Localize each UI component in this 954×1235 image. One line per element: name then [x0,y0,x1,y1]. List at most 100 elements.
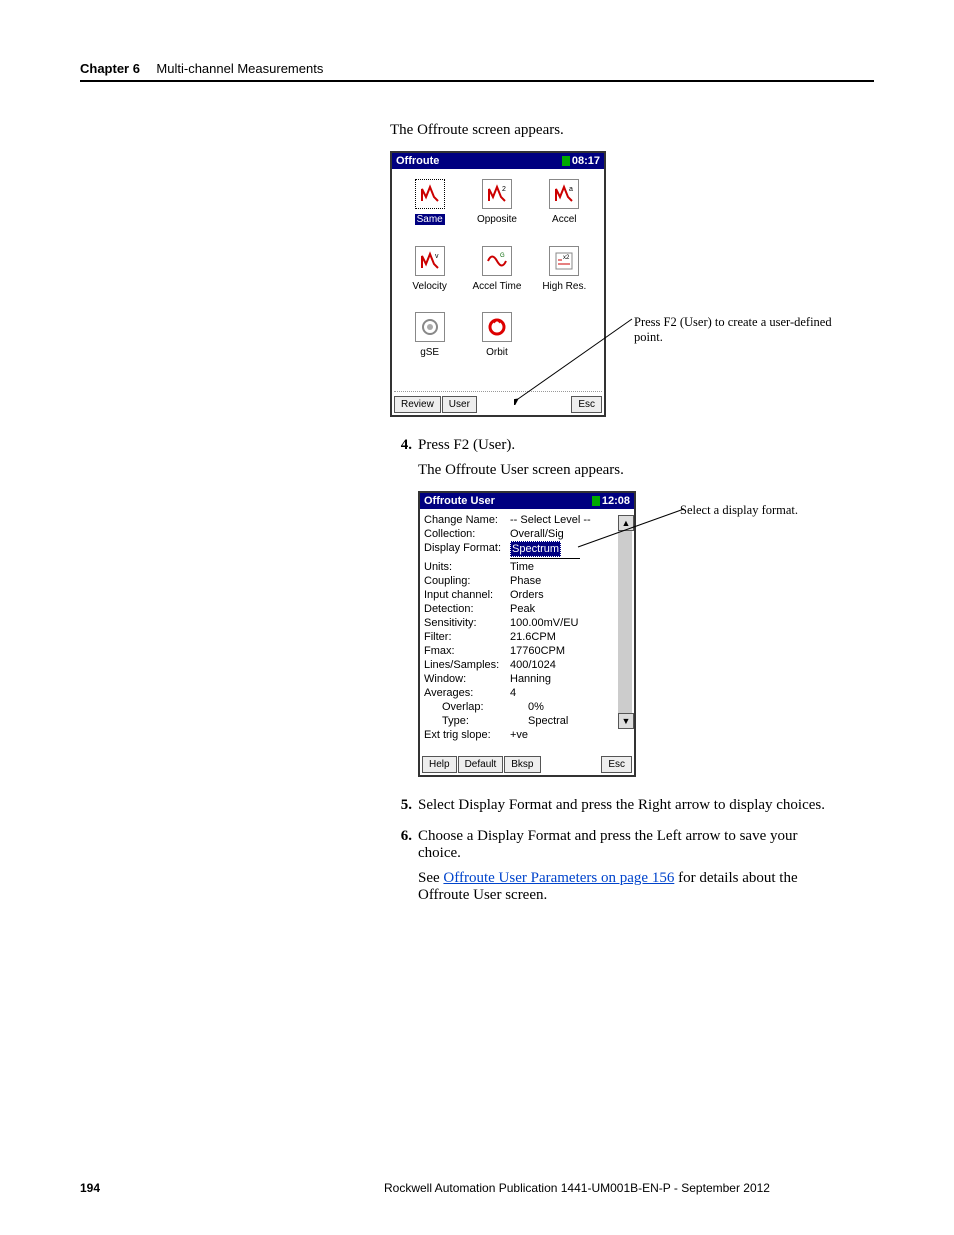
svg-text:a: a [569,186,573,193]
sinewave-icon: G [486,250,508,272]
icon-accel[interactable]: a Accel [531,179,598,232]
separator [394,391,602,392]
icon-opposite[interactable]: 2 Opposite [463,179,530,232]
esc-button-2[interactable]: Esc [601,756,632,773]
page-footer: 194 Rockwell Automation Publication 1441… [80,1181,874,1195]
param-type-val[interactable]: Spectral [528,714,632,728]
icon-gse[interactable]: gSE [396,312,463,365]
orbit-icon [486,316,508,338]
param-dropdown-orders[interactable]: Orders [510,588,580,602]
svg-text:2: 2 [502,186,506,193]
review-button[interactable]: Review [394,396,441,413]
param-detection-label: Detection: [424,602,510,616]
icon-highres[interactable]: x2 High Res. [531,246,598,299]
waveform-opposite-icon: 2 [486,183,508,205]
offroute-user-params-link[interactable]: Offroute User Parameters on page 156 [443,870,674,886]
scroll-up-button[interactable]: ▲ [618,515,634,531]
offroute-time: 08:17 [572,155,600,167]
icon-orbit-label: Orbit [486,347,508,358]
param-collection-val[interactable]: Overall/Sig [510,527,632,541]
param-overlap-label: Overlap: [424,700,528,714]
icon-orbit[interactable]: Orbit [463,312,530,365]
param-sensitivity-val[interactable]: 100.00mV/EU [510,616,632,630]
param-overlap-val[interactable]: 0% [528,700,632,714]
offroute-user-title: Offroute User [424,495,495,507]
page-number: 194 [80,1181,280,1195]
waveform-accel-icon: a [553,183,575,205]
gear-icon [419,316,441,338]
step-4-text: Press F2 (User). [418,437,834,454]
step-5-text: Select Display Format and press the Righ… [418,797,834,814]
param-type-label: Type: [424,714,528,728]
icon-velocity-label: Velocity [412,281,446,292]
param-filter-label: Filter: [424,630,510,644]
callout-2: Select a display format. [680,503,798,518]
chapter-title: Multi-channel Measurements [156,61,323,76]
param-averages-val[interactable]: 4 [510,686,632,700]
help-button[interactable]: Help [422,756,457,773]
callout-1: Press F2 (User) to create a user-defined… [634,315,834,345]
param-displayformat-label: Display Format: [424,541,510,557]
offroute-user-titlebar: Offroute User 12:08 [420,493,634,509]
param-fmax-val[interactable]: 17760CPM [510,644,632,658]
offroute-titlebar: Offroute 08:17 [392,153,604,169]
offroute-title: Offroute [396,155,439,167]
offroute-screen: Offroute 08:17 Same 2 Opposite [390,151,606,417]
bksp-button[interactable]: Bksp [504,756,540,773]
icon-same-label: Same [415,214,445,225]
icon-same[interactable]: Same [396,179,463,232]
param-units-label: Units: [424,560,510,574]
page-header: Chapter 6 Multi-channel Measurements [80,60,874,82]
param-linessamples-label: Lines/Samples: [424,658,510,672]
param-displayformat-val[interactable]: Spectrum [510,541,561,557]
intro-text-2: The Offroute User screen appears. [418,462,834,479]
highres-icon: x2 [553,250,575,272]
intro-text-1: The Offroute screen appears. [390,122,834,139]
param-exttrigslope-val[interactable]: +ve [510,728,632,742]
param-averages-label: Averages: [424,686,510,700]
param-filter-val[interactable]: 21.6CPM [510,630,632,644]
publication-info: Rockwell Automation Publication 1441-UM0… [280,1181,874,1195]
icon-gse-label: gSE [420,347,439,358]
waveform-icon [419,183,441,205]
svg-text:G: G [500,253,505,259]
icon-highres-label: High Res. [542,281,586,292]
step-6-num: 6. [390,828,412,904]
param-window-label: Window: [424,672,510,686]
param-sensitivity-label: Sensitivity: [424,616,510,630]
step-5-num: 5. [390,797,412,814]
param-coupling-label: Coupling: [424,574,510,588]
scroll-track[interactable] [618,531,632,713]
param-collection-label: Collection: [424,527,510,541]
chapter-label: Chapter 6 [80,61,140,76]
param-detection-val[interactable]: Peak [510,602,632,616]
param-linessamples-val[interactable]: 400/1024 [510,658,632,672]
scroll-down-button[interactable]: ▼ [618,713,634,729]
icon-velocity[interactable]: v Velocity [396,246,463,299]
esc-button[interactable]: Esc [571,396,602,413]
battery-icon [592,496,600,506]
param-dropdown-phase[interactable]: Phase [510,574,580,588]
param-exttrigslope-label: Ext trig slope: [424,728,510,742]
param-changename-val[interactable]: -- Select Level -- [510,513,632,527]
icon-accel-label: Accel [552,214,576,225]
icon-acceltime-label: Accel Time [473,281,522,292]
param-dropdown-time[interactable]: Time [510,560,580,574]
default-button[interactable]: Default [458,756,504,773]
svg-text:x2: x2 [563,255,570,261]
icon-acceltime[interactable]: G Accel Time [463,246,530,299]
param-changename-label: Change Name: [424,513,510,527]
step-6-see: See [418,870,443,886]
step-6-text-pre: Choose a Display Format and press the Le… [418,828,798,861]
icon-opposite-label: Opposite [477,214,517,225]
offroute-user-screen: Offroute User 12:08 Change Name:-- Selec… [418,491,636,777]
svg-text:v: v [435,253,439,260]
battery-icon [562,156,570,166]
user-button[interactable]: User [442,396,477,413]
param-inputchannel-label: Input channel: [424,588,510,602]
param-window-val[interactable]: Hanning [510,672,632,686]
waveform-velocity-icon: v [419,250,441,272]
offroute-user-time: 12:08 [602,495,630,507]
param-fmax-label: Fmax: [424,644,510,658]
step-4-num: 4. [390,437,412,454]
